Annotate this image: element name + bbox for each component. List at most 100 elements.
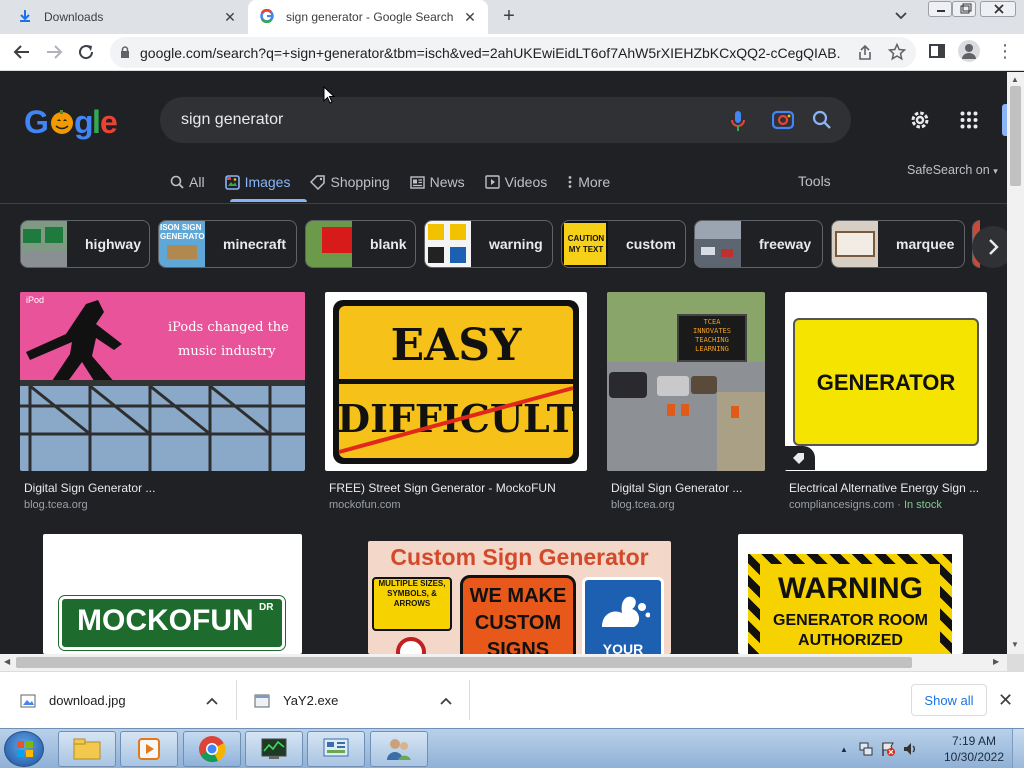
- image-result-4[interactable]: GENERATOR Electrical Alternative Energy …: [785, 292, 987, 512]
- svg-text:l: l: [92, 104, 100, 140]
- result-thumbnail[interactable]: EASY DIFFICULT: [325, 292, 587, 471]
- chrome-menu-icon[interactable]: ⋮: [996, 40, 1014, 64]
- chevron-up-icon[interactable]: [206, 697, 218, 705]
- windows-start-button[interactable]: [4, 731, 44, 767]
- tab-search-chevron-icon[interactable]: [894, 8, 914, 26]
- safesearch-dropdown[interactable]: SafeSearch on ▾: [907, 163, 998, 177]
- browser-toolbar: google.com/search?q=+sign+generator&tbm=…: [0, 34, 1024, 71]
- chip-highway[interactable]: highway: [20, 220, 150, 268]
- task-manager-icon[interactable]: [245, 731, 303, 767]
- result-title[interactable]: Digital Sign Generator ...: [611, 481, 742, 495]
- tab-news[interactable]: News: [409, 168, 465, 196]
- action-center-flag-icon[interactable]: [880, 741, 896, 757]
- close-tab-icon[interactable]: ✕: [460, 7, 480, 27]
- chevron-right-icon[interactable]: [972, 226, 1007, 268]
- chip-marquee[interactable]: marquee: [831, 220, 965, 268]
- profile-avatar[interactable]: [958, 40, 980, 62]
- image-result-7[interactable]: WARNING GENERATOR ROOM AUTHORIZED: [738, 534, 963, 654]
- chip-thumbnail: CAUTION MY TEXT: [562, 221, 608, 267]
- tab-all[interactable]: All: [170, 168, 205, 196]
- result-thumbnail[interactable]: GENERATOR: [785, 292, 987, 471]
- search-box[interactable]: sign generator: [160, 97, 851, 143]
- forward-arrow-icon[interactable]: [42, 40, 66, 64]
- divider: [469, 680, 470, 720]
- result-source[interactable]: compliancesigns.com · In stock: [789, 499, 942, 511]
- google-doodle-logo[interactable]: G g l e: [24, 102, 118, 148]
- chip-freeway[interactable]: freeway: [694, 220, 823, 268]
- tab-google-search[interactable]: sign generator - Google Search ✕: [248, 0, 488, 34]
- result-thumbnail[interactable]: Custom Sign Generator MULTIPLE SIZES, SY…: [368, 541, 671, 654]
- tab-images[interactable]: Images: [224, 168, 290, 196]
- chip-blank[interactable]: blank: [305, 220, 416, 268]
- tools-button[interactable]: Tools: [798, 173, 831, 189]
- chevron-up-icon[interactable]: [440, 697, 452, 705]
- network-icon[interactable]: [858, 741, 874, 757]
- scroll-down-arrow-icon[interactable]: ▼: [1011, 640, 1019, 649]
- new-tab-button[interactable]: +: [498, 6, 520, 28]
- tab-downloads[interactable]: Downloads ✕: [0, 0, 248, 34]
- vertical-scrollbar-thumb[interactable]: [1010, 86, 1021, 186]
- result-thumbnail[interactable]: TCEA INNOVATES TEACHING LEARNING: [607, 292, 765, 471]
- image-result-3[interactable]: TCEA INNOVATES TEACHING LEARNING Digital…: [607, 292, 765, 512]
- back-arrow-icon[interactable]: [10, 40, 34, 64]
- gear-icon[interactable]: [908, 108, 932, 137]
- lock-icon[interactable]: [120, 46, 130, 64]
- chrome-icon[interactable]: [183, 731, 241, 767]
- download-item[interactable]: download.jpg: [20, 672, 230, 729]
- result-title[interactable]: Digital Sign Generator ...: [24, 481, 155, 495]
- show-all-downloads-button[interactable]: Show all: [911, 684, 987, 716]
- image-result-1[interactable]: iPod iPods changed the music industry Di…: [20, 292, 305, 512]
- result-title[interactable]: FREE) Street Sign Generator - MockoFUN: [329, 481, 556, 495]
- scroll-right-arrow-icon[interactable]: ▶: [993, 657, 999, 666]
- tray-expand-arrow-icon[interactable]: ▲: [840, 745, 848, 754]
- result-thumbnail[interactable]: MOCKOFUN DR: [43, 534, 302, 654]
- share-icon[interactable]: [856, 44, 874, 67]
- result-title[interactable]: Electrical Alternative Energy Sign ...: [789, 481, 979, 495]
- google-apps-icon[interactable]: [960, 111, 978, 134]
- result-source[interactable]: blog.tcea.org: [24, 499, 88, 511]
- control-panel-icon[interactable]: [307, 731, 365, 767]
- address-bar[interactable]: google.com/search?q=+sign+generator&tbm=…: [110, 37, 916, 68]
- result-source[interactable]: mockofun.com: [329, 499, 401, 511]
- tab-shopping[interactable]: Shopping: [310, 168, 390, 196]
- users-icon[interactable]: [370, 731, 428, 767]
- media-player-icon[interactable]: [120, 731, 178, 767]
- chip-custom[interactable]: CAUTION MY TEXT custom: [561, 220, 686, 268]
- scroll-left-arrow-icon[interactable]: ◀: [4, 657, 10, 666]
- scroll-up-arrow-icon[interactable]: ▲: [1011, 75, 1019, 84]
- close-icon[interactable]: ✕: [998, 690, 1013, 711]
- close-tab-icon[interactable]: ✕: [220, 7, 240, 27]
- image-result-2[interactable]: EASY DIFFICULT FREE) Street Sign Generat…: [325, 292, 587, 512]
- chip-label: highway: [85, 236, 142, 252]
- tab-videos[interactable]: Videos: [484, 168, 548, 196]
- chip-thumbnail: [21, 221, 67, 267]
- chip-warning[interactable]: warning: [424, 220, 553, 268]
- window-restore-button[interactable]: [952, 1, 976, 17]
- image-result-6[interactable]: Custom Sign Generator MULTIPLE SIZES, SY…: [368, 541, 671, 654]
- warning-sign-line1: GENERATOR ROOM: [773, 612, 928, 629]
- chip-minecraft[interactable]: ISON SIGN GENERATO minecraft: [158, 220, 297, 268]
- reload-icon[interactable]: [74, 40, 98, 64]
- window-close-button[interactable]: [980, 1, 1016, 17]
- window-minimize-button[interactable]: [928, 1, 952, 17]
- google-lens-icon[interactable]: [771, 110, 795, 135]
- explorer-icon[interactable]: [58, 731, 116, 767]
- search-input[interactable]: sign generator: [181, 111, 283, 129]
- side-panel-icon[interactable]: [928, 42, 946, 65]
- vertical-scrollbar[interactable]: ▲ ▼: [1007, 72, 1024, 654]
- image-result-5[interactable]: MOCKOFUN DR: [43, 534, 302, 654]
- tab-more[interactable]: More: [567, 168, 610, 196]
- horizontal-scrollbar[interactable]: ◀ ▶: [0, 654, 1007, 671]
- show-desktop-button[interactable]: [1012, 729, 1024, 768]
- microphone-icon[interactable]: [730, 110, 746, 137]
- tab-label: Videos: [504, 174, 548, 190]
- result-thumbnail[interactable]: WARNING GENERATOR ROOM AUTHORIZED: [738, 534, 963, 654]
- bookmark-star-icon[interactable]: [887, 42, 907, 66]
- system-clock[interactable]: 7:19 AM 10/30/2022: [942, 733, 1006, 765]
- download-item[interactable]: YaY2.exe: [254, 672, 464, 729]
- search-icon[interactable]: [812, 110, 832, 135]
- volume-icon[interactable]: [902, 741, 918, 757]
- horizontal-scrollbar-thumb[interactable]: [16, 657, 912, 668]
- result-source[interactable]: blog.tcea.org: [611, 499, 675, 511]
- result-thumbnail[interactable]: iPod iPods changed the music industry: [20, 292, 305, 471]
